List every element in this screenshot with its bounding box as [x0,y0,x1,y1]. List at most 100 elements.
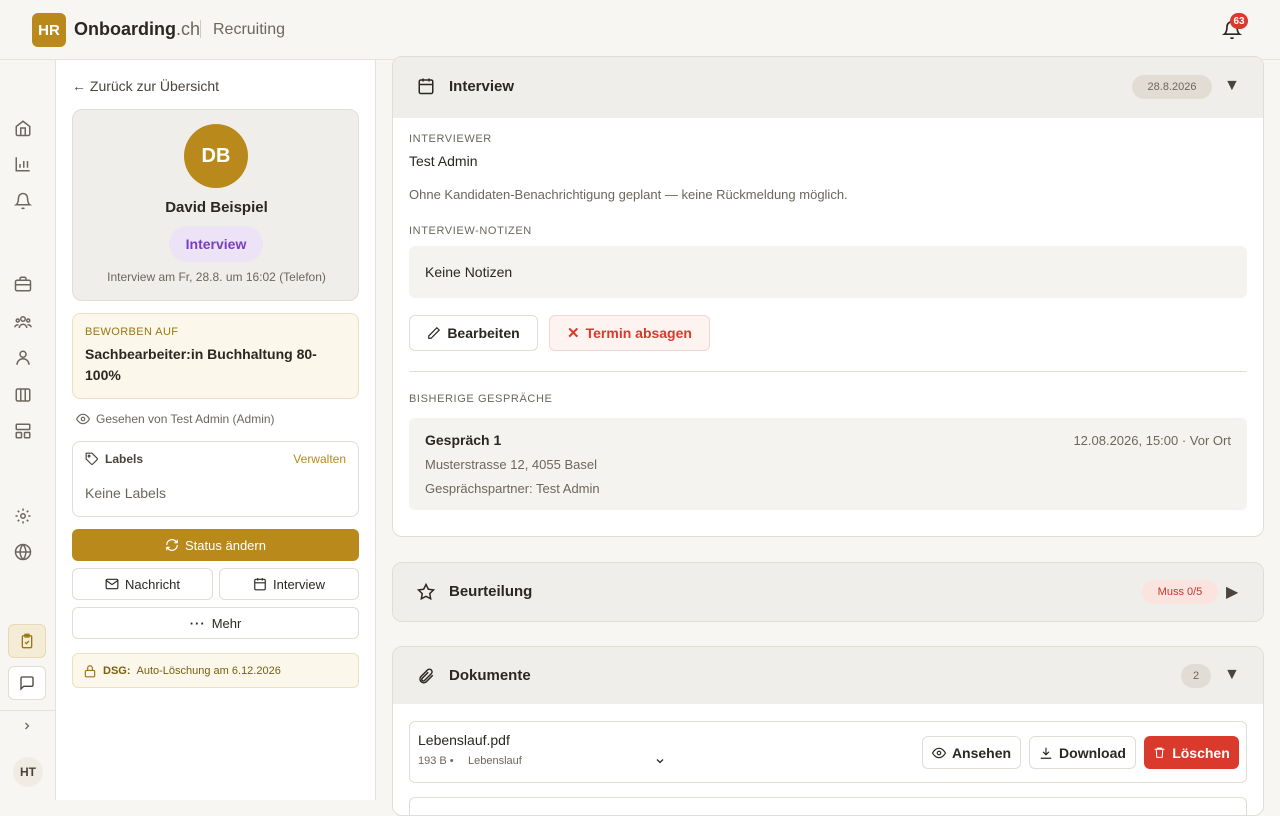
clipboard-button[interactable] [8,624,46,658]
pencil-icon [428,326,441,339]
clipboard-check-icon [21,633,33,649]
interviewer-name: Test Admin [409,153,478,169]
settings-icon[interactable] [14,507,32,525]
section-title: Recruiting [213,21,286,38]
tag-icon [85,452,98,465]
interview-notes-text: Keine Notizen [425,264,513,280]
rating-badge: Muss 0/5 [1142,580,1218,604]
document-filename[interactable]: Lebenslauf.pdf [418,732,510,748]
more-button[interactable]: ··· Mehr [72,607,359,639]
chat-button[interactable] [8,666,46,700]
more-dots-icon: ··· [189,615,206,631]
cancel-interview-button[interactable]: ✕ Termin absagen [549,315,710,351]
expand-icon[interactable]: ▶ [1226,582,1238,602]
calendar-icon [418,78,434,95]
interviewer-label: INTERVIEWER [409,133,492,145]
layout-icon[interactable] [14,422,32,440]
delete-label: Löschen [1172,744,1230,761]
dsg-label: DSG: [103,664,131,677]
conversation-datetime: 12.08.2026, 15:00 · Vor Ort [1073,433,1231,448]
document-row: Lebenslauf.pdf 193 B • Lebenslauf Ansehe… [409,721,1247,783]
applied-job-title[interactable]: Sachbearbeiter:in Buchhaltung 80-100% [85,344,346,386]
team-icon[interactable] [14,313,32,331]
documents-card: Dokumente 2 ▼ Lebenslauf.pdf 193 B • Leb… [392,646,1264,816]
candidate-avatar: DB [184,124,248,188]
more-label: Mehr [211,615,242,631]
status-badge: Interview [169,226,263,262]
rating-card-header[interactable]: Beurteilung Muss 0/5 ▶ [393,563,1263,621]
candidate-profile-card: DB David Beispiel Interview Interview am… [72,109,359,301]
chevron-down-icon [656,759,664,764]
lock-icon [84,664,96,677]
labels-empty: Keine Labels [85,485,166,501]
schedule-interview-button[interactable]: Interview [219,568,359,600]
conversation-address: Musterstrasse 12, 4055 Basel [425,457,597,472]
close-icon: ✕ [567,325,580,342]
collapse-icon[interactable]: ▼ [1224,77,1240,95]
trash-icon [1154,747,1165,758]
collapse-icon[interactable]: ▼ [1224,666,1240,684]
labels-title: Labels [105,452,144,466]
message-label: Nachricht [125,576,180,592]
applied-label: BEWORBEN AUF [85,326,179,338]
dsg-text: Auto-Löschung am 6.12.2026 [136,664,281,677]
mail-icon [105,578,119,590]
seen-by-text: Gesehen von Test Admin (Admin) [96,412,275,426]
dsg-notice: DSG: Auto-Löschung am 6.12.2026 [72,653,359,688]
view-document-button[interactable]: Ansehen [922,736,1021,769]
logo[interactable]: HR [32,13,66,47]
top-bar: HR Onboarding.ch Recruiting 63 [0,0,1280,60]
interview-notes-label: INTERVIEW-NOTIZEN [409,225,532,237]
download-label: Download [1059,744,1126,761]
refresh-icon [166,539,178,551]
change-status-label: Status ändern [185,537,266,553]
interview-card-title: Interview [449,78,515,95]
seen-by: Gesehen von Test Admin (Admin) [76,412,275,426]
chevron-right-icon[interactable] [21,720,33,732]
section-divider [409,371,1247,372]
documents-card-header[interactable]: Dokumente 2 ▼ [393,647,1263,704]
eye-icon [76,413,90,425]
globe-icon[interactable] [14,543,32,561]
chart-icon[interactable] [14,155,32,173]
applied-job-box: BEWORBEN AUF Sachbearbeiter:in Buchhaltu… [72,313,359,399]
interview-card-header[interactable]: Interview 28.8.2026 ▼ [393,57,1263,118]
interview-summary: Interview am Fr, 28.8. um 16:02 (Telefon… [107,270,326,284]
briefcase-icon[interactable] [14,275,32,293]
back-link[interactable]: ← Zurück zur Übersicht [72,78,219,94]
schedule-interview-label: Interview [272,576,326,592]
rating-card: Beurteilung Muss 0/5 ▶ [392,562,1264,622]
document-type-select[interactable]: Lebenslauf [468,755,668,767]
user-avatar[interactable]: HT [13,757,43,787]
bell-icon[interactable] [14,192,32,210]
cancel-label: Termin absagen [585,325,692,341]
star-icon [417,583,435,601]
rail-divider [0,710,56,711]
labels-box: Labels Verwalten Keine Labels [72,441,359,517]
calendar-icon [254,578,266,591]
documents-card-title: Dokumente [449,667,531,684]
conversation-card: Gespräch 1 12.08.2026, 15:00 · Vor Ort M… [409,418,1247,510]
rating-card-title: Beurteilung [449,583,533,600]
columns-icon[interactable] [14,386,32,404]
edit-interview-button[interactable]: Bearbeiten [409,315,538,351]
eye-icon [931,747,946,758]
interview-card: Interview 28.8.2026 ▼ INTERVIEWER Test A… [392,56,1264,537]
notification-info: Ohne Kandidaten-Benachrichtigung geplant… [409,187,848,202]
document-size: 193 B • [418,755,454,767]
home-icon[interactable] [14,119,32,137]
change-status-button[interactable]: Status ändern [72,529,359,561]
interview-date-badge: 28.8.2026 [1132,75,1212,99]
header-divider [200,20,201,38]
brand-tld: .ch [176,19,201,39]
history-label: BISHERIGE GESPRÄCHE [409,393,553,405]
download-document-button[interactable]: Download [1029,736,1136,769]
users-icon[interactable] [14,349,32,367]
manage-labels-link[interactable]: Verwalten [293,452,346,466]
brand-name[interactable]: Onboarding.ch [74,19,200,40]
icon-rail: HT [0,60,56,800]
view-label: Ansehen [951,744,1012,761]
download-icon [1040,747,1052,759]
message-button[interactable]: Nachricht [72,568,213,600]
delete-document-button[interactable]: Löschen [1144,736,1239,769]
